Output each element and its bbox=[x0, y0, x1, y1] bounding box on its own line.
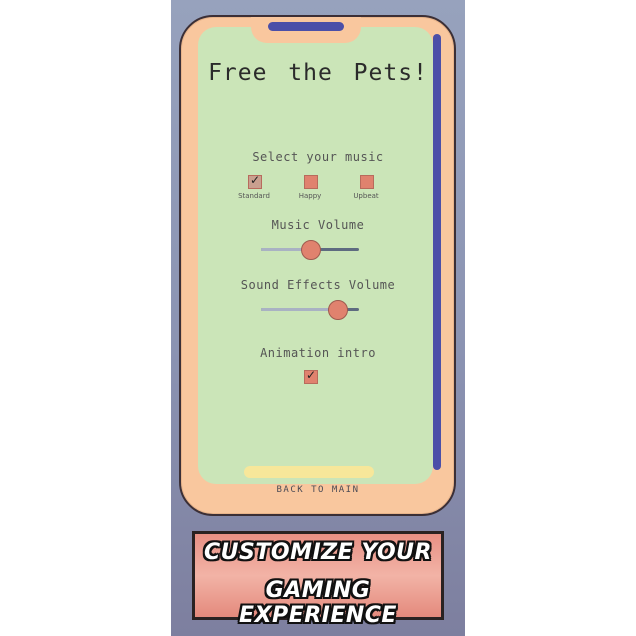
promo-banner: CUSTOMIZE YOUR GAMING EXPERIENCE bbox=[192, 531, 444, 628]
side-bar bbox=[433, 34, 441, 470]
speaker-bar bbox=[268, 22, 344, 31]
promo-panel: Free the Pets! Select your music ✓ Stand… bbox=[171, 0, 465, 636]
music-option-label: Happy bbox=[298, 192, 322, 200]
music-select-label: Select your music bbox=[252, 150, 384, 164]
animation-intro-checkbox[interactable]: ✓ bbox=[304, 368, 318, 384]
banner-line-2: GAMING EXPERIENCE bbox=[239, 578, 397, 628]
check-icon: ✓ bbox=[250, 173, 261, 187]
check-icon: ✓ bbox=[306, 368, 317, 382]
animation-intro-label: Animation intro bbox=[260, 346, 376, 360]
music-option-label: Upbeat bbox=[353, 192, 379, 200]
music-option-upbeat-checkbox[interactable] bbox=[360, 175, 374, 189]
phone-frame bbox=[179, 15, 456, 516]
music-volume-knob[interactable] bbox=[301, 240, 321, 260]
back-to-main-button[interactable]: BACK TO MAIN bbox=[171, 485, 465, 495]
sfx-volume-label: Sound Effects Volume bbox=[240, 278, 396, 292]
banner-line-1: CUSTOMIZE YOUR bbox=[204, 540, 432, 565]
page-title: Free the Pets! bbox=[208, 60, 428, 86]
music-option-happy-checkbox[interactable] bbox=[304, 175, 318, 189]
music-volume-label: Music Volume bbox=[271, 218, 365, 232]
music-option-standard-checkbox[interactable]: ✓ bbox=[248, 173, 262, 189]
music-option-label: Standard bbox=[238, 192, 270, 200]
sfx-volume-fill bbox=[261, 308, 338, 311]
home-indicator bbox=[244, 466, 374, 478]
